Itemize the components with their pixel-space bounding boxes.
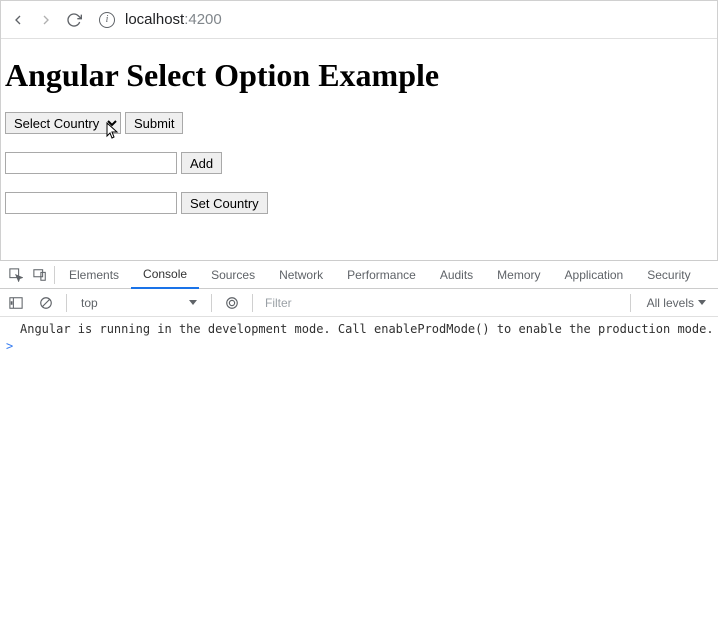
browser-toolbar: i localhost:4200 <box>1 1 717 39</box>
address-bar[interactable]: i localhost:4200 <box>99 11 709 28</box>
devtools-tabs: Elements Console Sources Network Perform… <box>0 261 718 289</box>
forward-button[interactable] <box>37 11 55 29</box>
country-select[interactable]: Select Country <box>5 112 121 134</box>
row-set: Set Country <box>5 192 713 214</box>
tab-security[interactable]: Security <box>635 261 702 289</box>
separator <box>211 294 212 312</box>
add-input[interactable] <box>5 152 177 174</box>
filter-input[interactable] <box>261 296 622 310</box>
tab-console[interactable]: Console <box>131 261 199 289</box>
chevron-down-icon <box>698 300 706 305</box>
tab-elements[interactable]: Elements <box>57 261 131 289</box>
page-content: Angular Select Option Example Select Cou… <box>1 39 717 236</box>
tab-performance[interactable]: Performance <box>335 261 428 289</box>
device-toggle-icon[interactable] <box>28 262 52 288</box>
tab-audits[interactable]: Audits <box>428 261 485 289</box>
devtools-panel: Elements Console Sources Network Perform… <box>0 260 718 636</box>
levels-label: All levels <box>647 296 694 310</box>
console-output: Angular is running in the development mo… <box>0 317 718 636</box>
row-select: Select Country Submit <box>5 112 713 134</box>
url-text: localhost:4200 <box>125 11 222 28</box>
chevron-down-icon <box>189 300 197 305</box>
console-message: Angular is running in the development mo… <box>0 321 718 337</box>
tab-network[interactable]: Network <box>267 261 335 289</box>
set-country-button[interactable]: Set Country <box>181 192 268 214</box>
context-select[interactable]: top <box>75 296 203 310</box>
separator <box>66 294 67 312</box>
log-levels-select[interactable]: All levels <box>639 296 714 310</box>
console-toolbar: top All levels <box>0 289 718 317</box>
console-prompt[interactable]: > <box>0 337 718 355</box>
context-label: top <box>81 296 98 310</box>
tab-application[interactable]: Application <box>553 261 636 289</box>
back-button[interactable] <box>9 11 27 29</box>
separator <box>630 294 631 312</box>
separator <box>252 294 253 312</box>
add-button[interactable]: Add <box>181 152 222 174</box>
inspect-element-icon[interactable] <box>4 262 28 288</box>
tab-memory[interactable]: Memory <box>485 261 552 289</box>
submit-button[interactable]: Submit <box>125 112 183 134</box>
console-sidebar-toggle-icon[interactable] <box>4 290 28 316</box>
separator <box>54 266 55 284</box>
clear-console-icon[interactable] <box>34 290 58 316</box>
set-country-input[interactable] <box>5 192 177 214</box>
site-info-icon[interactable]: i <box>99 12 115 28</box>
row-add: Add <box>5 152 713 174</box>
reload-button[interactable] <box>65 11 83 29</box>
tab-sources[interactable]: Sources <box>199 261 267 289</box>
live-expression-icon[interactable] <box>220 290 244 316</box>
page-title: Angular Select Option Example <box>5 57 713 94</box>
